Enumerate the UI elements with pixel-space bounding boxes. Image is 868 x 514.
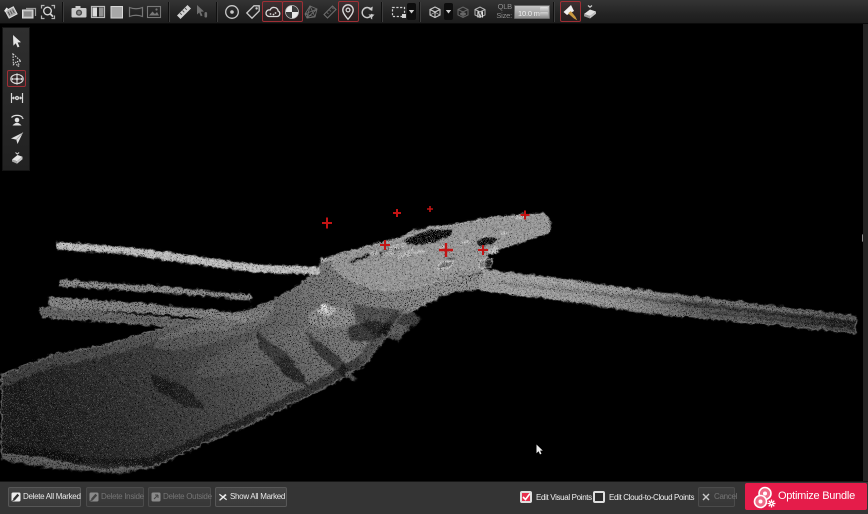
svg-text:M: M — [477, 11, 484, 20]
